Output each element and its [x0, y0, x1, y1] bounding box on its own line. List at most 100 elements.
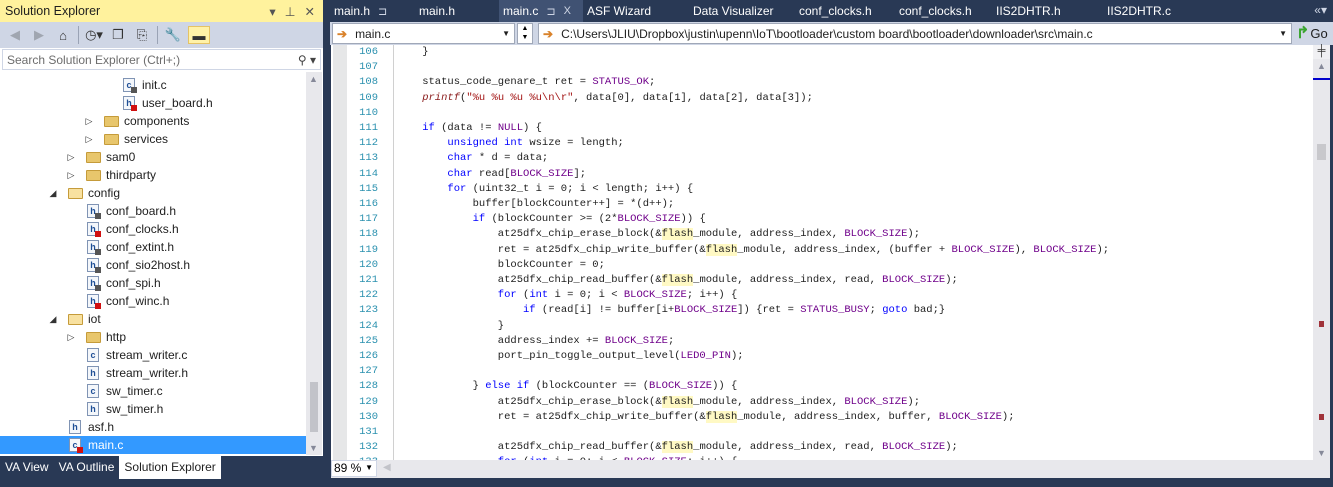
tab-asf-wizard[interactable]: ASF Wizard — [583, 0, 689, 22]
combo-spinner[interactable]: ▲ ▼ — [517, 23, 533, 44]
preview-toggle-icon[interactable]: ▬ — [188, 26, 210, 44]
tree-item-config[interactable]: ◢ config — [0, 184, 306, 202]
c-file-icon: c — [87, 348, 99, 362]
tree-item-conf-board-h[interactable]: h conf_board.h — [0, 202, 306, 220]
tree-item-sw-timer-h[interactable]: h sw_timer.h — [0, 400, 306, 418]
tree-item-stream-writer-c[interactable]: c stream_writer.c — [0, 346, 306, 364]
collapsed-arrow-icon[interactable]: ▷ — [66, 170, 76, 181]
tree-item-conf-spi-h[interactable]: h conf_spi.h — [0, 274, 306, 292]
scroll-up-icon[interactable]: ▲ — [1317, 61, 1326, 71]
error-marker[interactable] — [1319, 321, 1324, 327]
collapsed-arrow-icon[interactable]: ▷ — [84, 116, 94, 127]
code-token: if — [523, 304, 536, 317]
tree-item-sam0[interactable]: ▷ sam0 — [0, 148, 306, 166]
go-button[interactable]: ↱ Go — [1296, 23, 1328, 43]
tab-main-h[interactable]: main.h ⊐ — [330, 0, 415, 22]
tab-overflow-icon[interactable]: «▾ — [1314, 3, 1327, 17]
scroll-down-icon[interactable]: ▼ — [309, 443, 318, 453]
tree-item-thirdparty[interactable]: ▷ thirdparty — [0, 166, 306, 184]
collapse-all-icon[interactable]: ❐ — [109, 26, 127, 44]
panel-bottom-tabs: VA View VA Outline Solution Explorer — [0, 456, 323, 479]
collapsed-arrow-icon[interactable]: ▷ — [66, 332, 76, 343]
forward-icon[interactable]: ▶ — [30, 26, 48, 44]
tree-item-conf-clocks-h[interactable]: h conf_clocks.h — [0, 220, 306, 238]
code-token: flash — [705, 410, 738, 423]
code-token: goto — [882, 304, 908, 317]
line-number: 118 — [359, 228, 378, 241]
h-file-icon: h — [87, 366, 99, 380]
bottom-tab-solution-explorer[interactable]: Solution Explorer — [119, 456, 221, 479]
back-icon[interactable]: ◀ — [6, 26, 24, 44]
pin-icon[interactable]: ⊥ — [285, 4, 296, 19]
scroll-left-icon[interactable]: ◀ — [383, 462, 391, 473]
code-text: at25dfx_chip_erase_block(&flash_module, … — [498, 227, 920, 242]
tree-item-http[interactable]: ▷ http — [0, 328, 306, 346]
tree-item-main-c[interactable]: c main.c — [0, 436, 306, 454]
editor-vertical-scrollbar[interactable]: ╪ ▲ ▼ — [1313, 45, 1330, 460]
dropdown-icon[interactable]: ▾ — [269, 4, 275, 19]
split-window-icon[interactable]: ╪ — [1313, 45, 1330, 59]
tab-main-c[interactable]: main.c ⊐ X — [499, 0, 583, 22]
tab-iis2dhtr-c[interactable]: IIS2DHTR.c — [1103, 0, 1203, 22]
tree-item-user-board-h[interactable]: h user_board.h — [0, 94, 306, 112]
tab-label: IIS2DHTR.h — [996, 4, 1061, 18]
code-token: ); — [907, 395, 920, 408]
tree-item-components[interactable]: ▷ components — [0, 112, 306, 130]
tree-item-conf-extint-h[interactable]: h conf_extint.h — [0, 238, 306, 256]
code-token: _module, address_index, read, — [693, 274, 883, 286]
code-token: for — [447, 182, 467, 195]
scroll-thumb[interactable] — [1317, 144, 1326, 160]
tab-iis2dhtr-h[interactable]: IIS2DHTR.h — [992, 0, 1103, 22]
tree-item-services[interactable]: ▷ services — [0, 130, 306, 148]
code-token: wsize = length; — [523, 137, 624, 150]
pin-icon[interactable]: ⊐ — [546, 5, 555, 18]
code-token: LED0_PIN — [680, 350, 731, 362]
pin-icon[interactable]: ⊐ — [378, 5, 387, 18]
c-file-icon: c — [123, 78, 137, 93]
tree-item-stream-writer-h[interactable]: h stream_writer.h — [0, 364, 306, 382]
bottom-tab-va-view[interactable]: VA View — [0, 456, 54, 479]
close-icon[interactable]: ✕ — [305, 4, 315, 19]
code-token: flash — [661, 441, 694, 454]
tree-item-conf-winc-h[interactable]: h conf_winc.h — [0, 292, 306, 310]
search-input[interactable]: Search Solution Explorer (Ctrl+;) ⚲ ▾ — [2, 49, 321, 70]
close-tab-icon[interactable]: X — [564, 5, 571, 17]
tree-item-asf-h[interactable]: h asf.h — [0, 418, 306, 436]
tab-main-h[interactable]: main.h — [415, 0, 499, 22]
path-combo[interactable]: ➔ C:\Users\JLIU\Dropbox\justin\upenn\IoT… — [538, 23, 1292, 44]
expanded-arrow-icon[interactable]: ◢ — [48, 188, 58, 199]
code-editor[interactable]: 106} 107 108 status_code_genare_t ret = STA… — [331, 45, 1330, 460]
code-text: at25dfx_chip_read_buffer(&flash_module, … — [498, 440, 958, 455]
tree-item-init-c[interactable]: c init.c — [0, 76, 306, 94]
properties-wrench-icon[interactable]: 🔧 — [164, 26, 182, 44]
tab-data-visualizer[interactable]: Data Visualizer — [689, 0, 795, 22]
caret-position-marker — [1313, 78, 1330, 80]
code-token: STATUS_OK — [592, 76, 650, 89]
scroll-thumb[interactable] — [310, 382, 318, 432]
tree-item-conf-sio2host-h[interactable]: h conf_sio2host.h — [0, 256, 306, 274]
tree-item-label: stream_writer.h — [106, 366, 189, 380]
code-token: ) { — [523, 122, 542, 134]
home-icon[interactable]: ⌂ — [54, 26, 72, 44]
show-all-files-icon[interactable]: ⎘ — [133, 26, 151, 44]
collapsed-arrow-icon[interactable]: ▷ — [66, 152, 76, 163]
expanded-arrow-icon[interactable]: ◢ — [48, 314, 58, 325]
bottom-tab-va-outline[interactable]: VA Outline — [54, 456, 120, 479]
file-combo[interactable]: ➔ main.c ▼ — [332, 23, 515, 44]
collapsed-arrow-icon[interactable]: ▷ — [84, 134, 94, 145]
tree-scrollbar[interactable]: ▲ ▼ — [306, 72, 322, 455]
tab-conf-clocks-h[interactable]: conf_clocks.h — [895, 0, 992, 22]
error-marker[interactable] — [1319, 414, 1324, 420]
pending-changes-icon[interactable]: ◷▾ — [85, 26, 103, 44]
zoom-combo[interactable]: 89 % ▼ — [331, 460, 377, 477]
tab-conf-clocks-h[interactable]: conf_clocks.h — [795, 0, 895, 22]
tab-label: main.h — [334, 4, 371, 18]
navigation-bar: ➔ main.c ▼ ▲ ▼ ➔ C:\Users\JLIU\Dropbox\ju… — [330, 22, 1333, 45]
tree-item-sw-timer-c[interactable]: c sw_timer.c — [0, 382, 306, 400]
checked-out-badge-icon — [77, 447, 83, 453]
scroll-down-icon[interactable]: ▼ — [1317, 448, 1326, 458]
search-icon[interactable]: ⚲ ▾ — [298, 53, 316, 67]
tree-item-iot[interactable]: ◢ iot — [0, 310, 306, 328]
tab-label: main.c — [503, 4, 539, 18]
scroll-up-icon[interactable]: ▲ — [309, 74, 318, 84]
